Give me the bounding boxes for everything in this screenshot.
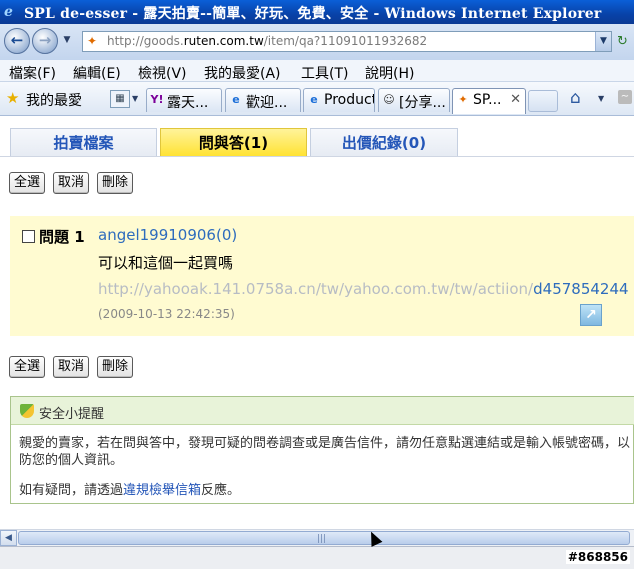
- question-checkbox[interactable]: [22, 230, 35, 243]
- tab-divider: [0, 156, 634, 157]
- site-favicon-icon: ✦: [87, 34, 98, 48]
- safety-notice: 安全小提醒 親愛的賣家，若在問與答中，發現可疑的問卷調查或是廣告信件，請勿任意點…: [10, 396, 634, 504]
- question-url[interactable]: http://yahooak.141.0758a.cn/tw/yahoo.com…: [98, 280, 629, 298]
- menu-view[interactable]: 檢視(V): [138, 63, 187, 83]
- browser-tab[interactable]: ☺ [分享...: [378, 88, 450, 112]
- menu-edit[interactable]: 編輯(E): [73, 63, 121, 83]
- address-bar[interactable]: ✦ http://goods.ruten.com.tw/item/qa?1109…: [82, 31, 612, 52]
- question-item: 問題 1 angel19910906(0) 可以和這個一起買嗎 http://y…: [10, 216, 634, 336]
- cancel-button-bottom[interactable]: 取消: [53, 356, 89, 378]
- question-text: 可以和這個一起買嗎: [98, 254, 234, 272]
- forward-button[interactable]: →: [32, 28, 58, 54]
- grip-icon: |||: [317, 534, 327, 544]
- home-icon[interactable]: ⌂: [570, 88, 581, 108]
- safety-body: 親愛的賣家，若在問與答中，發現可疑的問卷調查或是廣告信件，請勿任意點選連結或是輸…: [19, 436, 631, 468]
- favorites-star-icon[interactable]: ★: [6, 90, 19, 106]
- home-dropdown-icon[interactable]: ▼: [598, 94, 604, 103]
- reply-icon[interactable]: ↗: [580, 304, 602, 326]
- tab-bid-history[interactable]: 出價紀錄(0): [310, 128, 458, 157]
- select-all-button[interactable]: 全選: [9, 172, 45, 194]
- forum-icon: ☺: [383, 93, 395, 106]
- scroll-left-icon[interactable]: ◀: [0, 530, 17, 546]
- back-button[interactable]: ←: [4, 28, 30, 54]
- ruten-icon: ✦: [458, 93, 468, 106]
- menu-favorites[interactable]: 我的最愛(A): [204, 63, 281, 83]
- delete-button-bottom[interactable]: 刪除: [97, 356, 133, 378]
- browser-tab[interactable]: e 歡迎...: [225, 88, 301, 112]
- select-all-button-bottom[interactable]: 全選: [9, 356, 45, 378]
- status-code: #868856: [565, 550, 630, 564]
- horizontal-scrollbar[interactable]: ◀ |||: [0, 529, 634, 546]
- window-title: SPL de-esser - 露天拍賣--簡單、好玩、免費、安全 - Windo…: [24, 6, 602, 22]
- ie-page-icon: e: [310, 93, 318, 106]
- safety-title: 安全小提醒: [39, 407, 105, 422]
- delete-button[interactable]: 刪除: [97, 172, 133, 194]
- report-mailbox-link[interactable]: 違規檢舉信箱: [123, 483, 201, 498]
- question-number: 問題 1: [39, 228, 85, 246]
- feeds-icon[interactable]: ∼: [618, 90, 632, 104]
- shield-icon: [20, 404, 34, 418]
- refresh-icon[interactable]: ↻: [617, 32, 634, 51]
- yahoo-icon: Y!: [150, 93, 164, 106]
- menu-bar: 檔案(F) 編輯(E) 檢視(V) 我的最愛(A) 工具(T) 說明(H): [0, 60, 634, 82]
- url-text[interactable]: http://goods.ruten.com.tw/item/qa?110910…: [107, 34, 427, 48]
- cancel-button[interactable]: 取消: [53, 172, 89, 194]
- menu-help[interactable]: 說明(H): [365, 63, 414, 83]
- tab-auction-file[interactable]: 拍賣檔案: [10, 128, 157, 157]
- menu-tools[interactable]: 工具(T): [301, 63, 348, 83]
- recent-pages-dropdown-icon[interactable]: ▼: [61, 34, 73, 46]
- ie-page-icon: e: [232, 93, 240, 106]
- ie-logo-icon: e: [4, 4, 13, 20]
- quick-tabs-icon[interactable]: ▦: [110, 90, 130, 108]
- browser-tab-active[interactable]: ✦ SP... ✕: [452, 88, 526, 114]
- favorites-button[interactable]: 我的最愛: [26, 90, 82, 110]
- question-user-link[interactable]: angel19910906(0): [98, 226, 237, 244]
- address-dropdown-icon[interactable]: ▼: [595, 32, 611, 51]
- question-timestamp: (2009-10-13 22:42:35): [98, 307, 235, 321]
- scrollbar-thumb[interactable]: |||: [18, 531, 630, 545]
- tab-bar: ★ 我的最愛 ▦ ▼ Y! 露天... e 歡迎... e Product ☺ …: [0, 82, 634, 116]
- browser-tab[interactable]: Y! 露天...: [146, 88, 222, 112]
- window-titlebar: e SPL de-esser - 露天拍賣--簡單、好玩、免費、安全 - Win…: [0, 0, 634, 24]
- close-tab-icon[interactable]: ✕: [510, 92, 521, 107]
- menu-file[interactable]: 檔案(F): [9, 63, 56, 83]
- navigation-bar: ← → ▼ ✦ http://goods.ruten.com.tw/item/q…: [0, 24, 634, 60]
- browser-tab[interactable]: e Product: [303, 88, 375, 112]
- status-bar: #868856: [0, 546, 634, 569]
- tab-list-dropdown-icon[interactable]: ▼: [132, 94, 138, 103]
- tab-qa[interactable]: 問與答(1): [160, 128, 307, 157]
- safety-notice-header: 安全小提醒: [11, 397, 634, 425]
- new-tab-button[interactable]: [528, 90, 558, 112]
- safety-contact: 如有疑問，請透過違規檢舉信箱反應。: [19, 483, 241, 498]
- page-content: 拍賣檔案 問與答(1) 出價紀錄(0) 全選 取消 刪除 問題 1 angel1…: [0, 116, 634, 529]
